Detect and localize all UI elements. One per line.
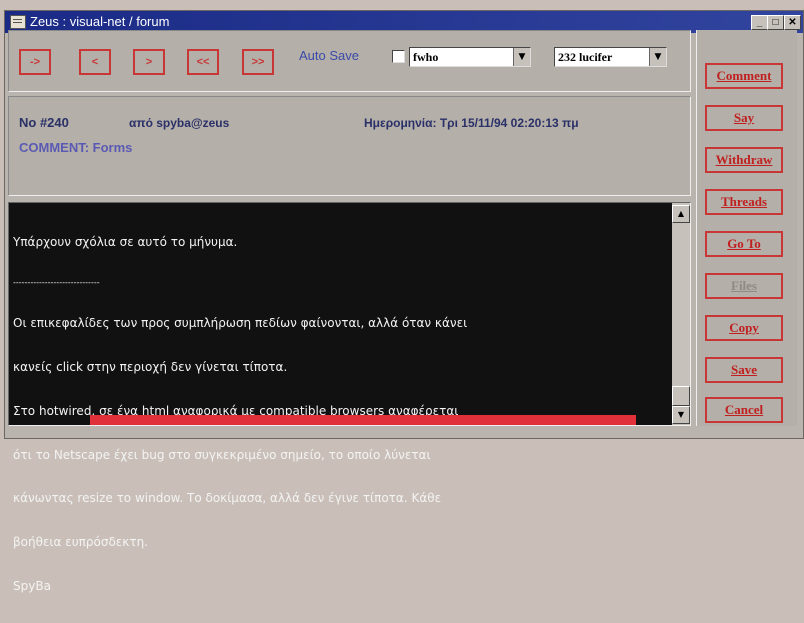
message-header: No #240 από spyba@zeus Ημερομηνία: Τρι 1… — [8, 96, 691, 196]
message-subject: COMMENT: Forms — [19, 140, 133, 155]
previous-button[interactable]: < — [79, 49, 111, 75]
user-select-value: fwho — [413, 50, 439, 64]
window-title: Zeus : visual-net / forum — [30, 14, 170, 29]
message-number: No #240 — [19, 115, 69, 130]
say-button[interactable]: Say — [705, 105, 783, 131]
user-select[interactable]: fwho ▼ — [409, 47, 531, 67]
chevron-down-icon[interactable]: ▼ — [513, 48, 530, 66]
vertical-scrollbar[interactable]: ▲ ▼ — [672, 203, 690, 425]
first-button[interactable]: << — [187, 49, 219, 75]
action-panel: Comment Say Withdraw Threads Go To Files… — [696, 30, 797, 426]
auto-save-label: Auto Save — [299, 48, 359, 63]
save-button[interactable]: Save — [705, 357, 783, 383]
message-date: Ημερομηνία: Τρι 15/11/94 02:20:13 πμ — [364, 116, 579, 130]
close-icon[interactable]: ✕ — [784, 15, 801, 30]
message-line: κανείς click στην περιοχή δεν γίνεται τί… — [13, 359, 288, 374]
message-body[interactable]: Υπάρχουν σχόλια σε αυτό το μήνυμα. -----… — [8, 202, 691, 593]
message-line: SpyBa — [13, 578, 51, 593]
scroll-down-icon[interactable]: ▼ — [672, 406, 690, 424]
comment-button[interactable]: Comment — [705, 63, 783, 89]
topic-select-value: 232 lucifer — [558, 50, 613, 64]
next-unread-button[interactable]: -> — [19, 49, 51, 75]
message-line: κάνωντας resize το window. Το δοκίμασα, … — [13, 491, 442, 506]
cancel-button[interactable]: Cancel — [705, 397, 783, 423]
message-line: Οι επικεφαλίδες των προς συμπλήρωση πεδί… — [13, 316, 468, 331]
message-line: βοήθεια ευπρόσδεκτη. — [13, 535, 148, 550]
copy-button[interactable]: Copy — [705, 315, 783, 341]
message-line: Υπάρχουν σχόλια σε αυτό το μήνυμα. — [13, 235, 238, 250]
main-panel: -> < > << >> Auto Save fwho ▼ 232 lucife… — [8, 30, 691, 593]
navigation-bar: -> < > << >> Auto Save fwho ▼ 232 lucife… — [8, 30, 691, 92]
window-app-icon — [10, 15, 26, 29]
maximize-icon[interactable]: □ — [767, 15, 784, 30]
next-button[interactable]: > — [133, 49, 165, 75]
topic-select[interactable]: 232 lucifer ▼ — [554, 47, 667, 67]
message-line: ότι το Netscape έχει bug στο συγκεκριμέν… — [13, 447, 431, 462]
withdraw-button[interactable]: Withdraw — [705, 147, 783, 173]
chevron-down-icon[interactable]: ▼ — [649, 48, 666, 66]
message-author: από spyba@zeus — [129, 116, 230, 130]
files-button[interactable]: Files — [705, 273, 783, 299]
minimize-icon[interactable]: _ — [751, 15, 768, 30]
scroll-up-icon[interactable]: ▲ — [672, 205, 690, 223]
threads-button[interactable]: Threads — [705, 189, 783, 215]
scroll-thumb[interactable] — [672, 386, 690, 406]
auto-save-checkbox[interactable] — [392, 50, 405, 63]
red-overlay-bar — [90, 415, 636, 425]
go-to-button[interactable]: Go To — [705, 231, 783, 257]
last-button[interactable]: >> — [242, 49, 274, 75]
message-line: ------------------------------ — [13, 277, 100, 287]
